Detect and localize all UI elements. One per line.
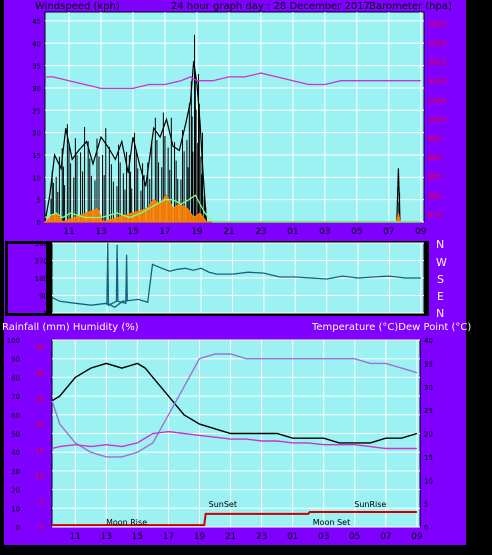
- hum-ytick-90: 90: [11, 356, 20, 364]
- temp-xtick-07: 07: [380, 532, 391, 542]
- wind-ytick-10: 10: [32, 174, 41, 182]
- rain-ytick-30: 30: [35, 370, 44, 378]
- temp-xtick-03: 03: [318, 532, 329, 542]
- right-black-strip: [466, 0, 492, 555]
- temp-xtick-17: 17: [163, 532, 174, 542]
- dir-ytick-180: 180: [35, 275, 48, 283]
- temp-xtick-11: 11: [70, 532, 81, 542]
- temp-xtick-01: 01: [287, 532, 298, 542]
- compass-w: W: [436, 256, 447, 269]
- temp-xtick-23: 23: [256, 532, 267, 542]
- temperature-humidity-chart: 11 13 15 17 19 21 23 01 03 05 07 090102030405060708…: [7, 337, 433, 542]
- baro-ytick-995: 995: [428, 135, 441, 143]
- wind-xtick-19: 19: [191, 227, 203, 237]
- wind-xtick-07: 07: [383, 227, 394, 237]
- wind-ytick-30: 30: [32, 85, 41, 93]
- dir-ytick-0: 0: [44, 310, 48, 318]
- temp-xtick-15: 15: [132, 532, 143, 542]
- wind-xtick-15: 15: [127, 227, 138, 237]
- wind-xtick-03: 03: [319, 227, 330, 237]
- hum-ytick-60: 60: [11, 412, 20, 420]
- hum-ytick-20: 20: [11, 487, 20, 495]
- wind-ytick-20: 20: [32, 130, 41, 138]
- wind-xtick-01: 01: [287, 227, 298, 237]
- hum-ytick-40: 40: [11, 449, 20, 457]
- wind-barometer-chart: 11 13 15 17 19 21 23 01 03 05 07 090510152025303540…: [32, 11, 446, 237]
- dir-ytick-90: 90: [39, 293, 48, 301]
- hum-ytick-70: 70: [11, 393, 20, 401]
- temp-ytick-20: 20: [424, 431, 433, 439]
- rain-ytick-15: 15: [35, 447, 44, 455]
- wind-ytick-40: 40: [32, 40, 41, 48]
- temp-xtick-09: 09: [411, 532, 423, 542]
- dir-ytick-270: 270: [35, 258, 48, 266]
- wind-ytick-5: 5: [37, 197, 41, 205]
- rain-humidity-label: Rainfall (mm) Humidity (%): [2, 322, 139, 333]
- baro-ytick-1000: 1000: [428, 116, 446, 124]
- hum-ytick-100: 100: [7, 337, 20, 345]
- temp-ytick-35: 35: [424, 360, 433, 368]
- rain-ytick-25: 25: [35, 395, 44, 403]
- dir-ytick-360: 360: [35, 240, 48, 248]
- baro-ytick-980: 980: [428, 192, 441, 200]
- weather-graph-canvas: 11 13 15 17 19 21 23 01 03 05 07 090510152025303540…: [0, 0, 492, 555]
- temp-ytick-10: 10: [424, 477, 433, 485]
- compass-e: E: [437, 290, 444, 303]
- temp-xtick-19: 19: [194, 532, 206, 542]
- annotation-sunrise: SunRise: [354, 500, 386, 509]
- baro-ytick-1005: 1005: [428, 97, 446, 105]
- wind-xtick-21: 21: [223, 227, 234, 237]
- baro-ytick-1010: 1010: [428, 78, 446, 86]
- rain-ytick-0: 0: [40, 524, 44, 532]
- wind-ytick-45: 45: [32, 18, 41, 26]
- compass-n-top: N: [436, 238, 444, 251]
- wind-direction-chart: 0 90 180 270 360: [5, 240, 429, 318]
- baro-ytick-975: 975: [428, 211, 441, 219]
- temp-xtick-13: 13: [101, 532, 112, 542]
- temp-ytick-0: 0: [424, 524, 428, 532]
- hum-ytick-80: 80: [11, 374, 20, 382]
- left-black-strip: [0, 0, 4, 555]
- hum-ytick-0: 0: [16, 524, 20, 532]
- wind-xtick-11: 11: [63, 227, 74, 237]
- annotation-moonrise: Moon Rise: [106, 518, 147, 527]
- hum-ytick-30: 30: [11, 468, 20, 476]
- baro-ytick-1020: 1020: [428, 40, 446, 48]
- rain-ytick-5: 5: [40, 498, 44, 506]
- temp-ytick-25: 25: [424, 407, 433, 415]
- temp-xtick-21: 21: [225, 532, 236, 542]
- bottom-black-strip: [0, 545, 492, 555]
- wind-xtick-05: 05: [351, 227, 362, 237]
- wind-ytick-25: 25: [32, 107, 41, 115]
- windspeed-label: Windspeed (kph): [35, 1, 120, 12]
- baro-ytick-1015: 1015: [428, 59, 446, 67]
- temp-ytick-40: 40: [424, 337, 433, 345]
- wind-ytick-35: 35: [32, 63, 41, 71]
- rain-ytick-10: 10: [35, 473, 44, 481]
- temp-xtick-05: 05: [349, 532, 360, 542]
- barometer-label: Barometer (hpa): [369, 1, 452, 12]
- wind-ytick-0: 0: [37, 219, 41, 227]
- compass-s: S: [437, 273, 444, 286]
- rain-ytick-20: 20: [35, 421, 44, 429]
- compass-n-bottom: N: [436, 307, 444, 320]
- temp-ytick-30: 30: [424, 384, 433, 392]
- wind-ytick-15: 15: [32, 152, 41, 160]
- temp-dewpoint-label: Temperature (°C)Dew Point (°C): [311, 322, 471, 333]
- baro-ytick-985: 985: [428, 173, 441, 181]
- annotation-moonset: Moon Set: [313, 518, 350, 527]
- wind-xtick-09: 09: [415, 227, 427, 237]
- wind-xtick-23: 23: [255, 227, 266, 237]
- annotation-sunset: SunSet: [209, 500, 237, 509]
- wind-xtick-13: 13: [95, 227, 106, 237]
- rain-ytick-35: 35: [35, 344, 44, 352]
- wind-xtick-17: 17: [159, 227, 170, 237]
- baro-ytick-1025: 1025: [428, 20, 446, 28]
- temp-ytick-15: 15: [424, 454, 433, 462]
- hum-ytick-50: 50: [11, 431, 20, 439]
- hum-ytick-10: 10: [11, 505, 20, 513]
- baro-ytick-990: 990: [428, 154, 441, 162]
- temp-ytick-5: 5: [424, 501, 428, 509]
- graph-title: 24 hour graph day : 28 December 2017: [171, 1, 370, 12]
